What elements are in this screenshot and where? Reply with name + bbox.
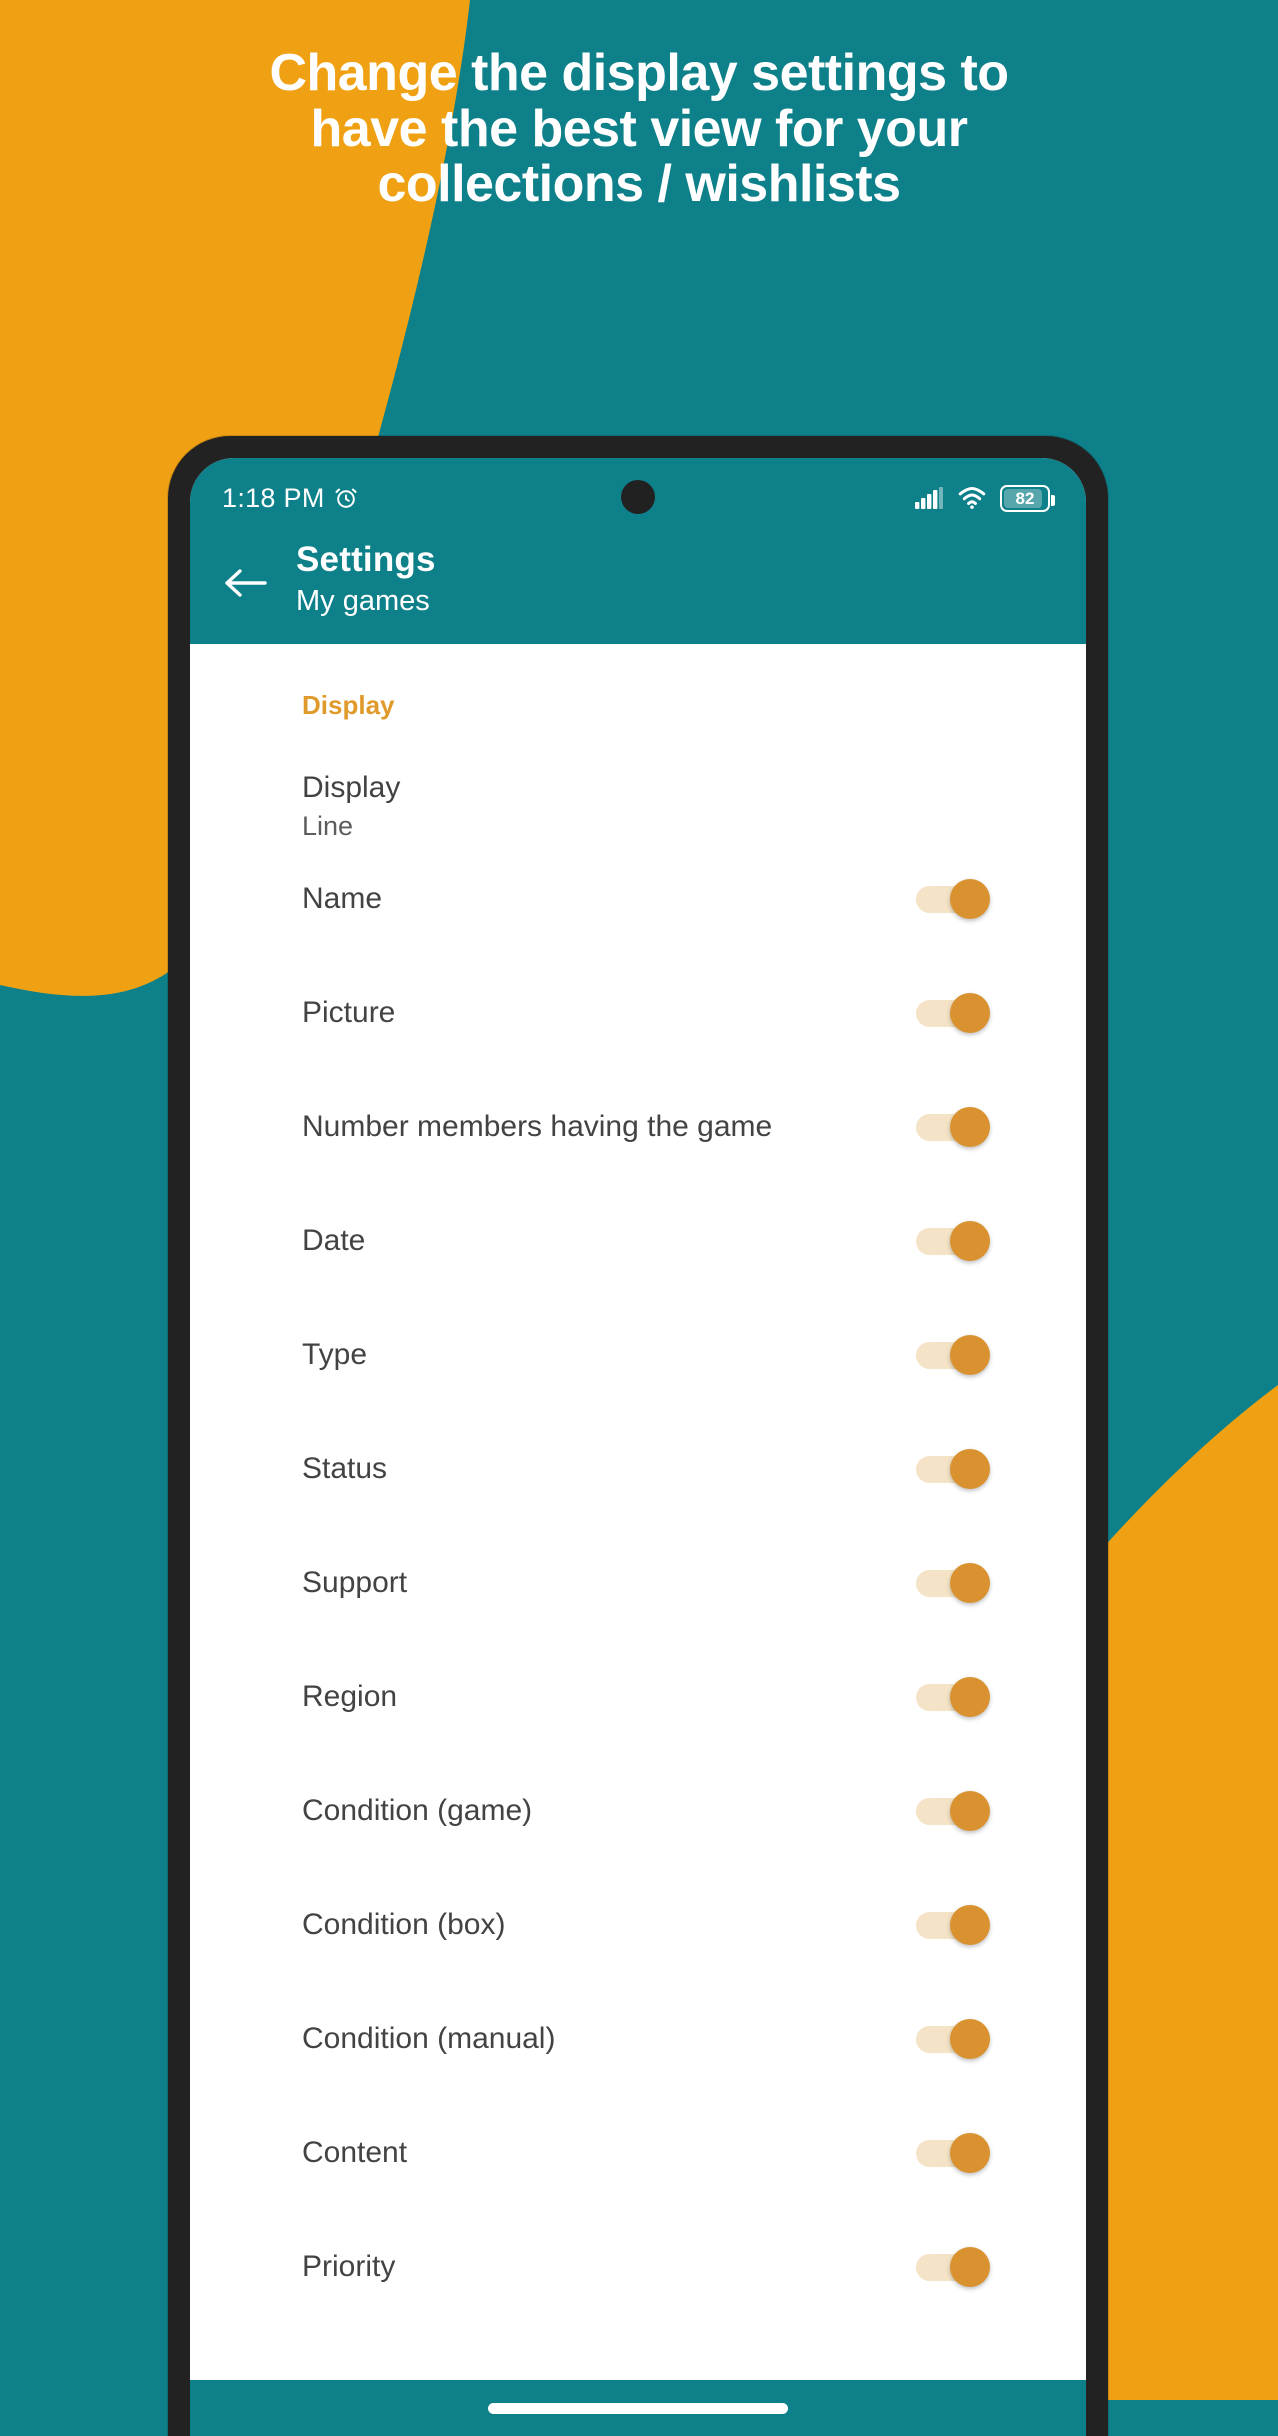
back-button[interactable] [220, 558, 270, 608]
setting-row-name[interactable]: Name [190, 842, 1086, 956]
toggle-switch-region[interactable] [916, 1677, 990, 1717]
status-bar-clock: 1:18 PM [222, 482, 325, 513]
setting-row-display-value: Line [302, 811, 354, 841]
setting-label: Priority [302, 2250, 396, 2283]
toggle-switch-content[interactable] [916, 2133, 990, 2173]
toggle-thumb [950, 993, 990, 1033]
setting-label: Number members having the game [302, 1110, 773, 1143]
toggle-thumb [950, 1107, 990, 1147]
setting-row-condition-game[interactable]: Condition (game) [190, 1754, 1086, 1868]
setting-row-picture[interactable]: Picture [190, 956, 1086, 1070]
phone-screen: 1:18 PM 82 Settings My games Display Dis… [190, 458, 1086, 2436]
headline-line-3: collections / wishlists [377, 155, 901, 214]
toggle-thumb [950, 1221, 990, 1261]
toggle-switch-number-members[interactable] [916, 1107, 990, 1147]
setting-label: Status [302, 1452, 388, 1485]
status-bar: 1:18 PM 82 [190, 458, 1086, 524]
back-arrow-icon [225, 569, 267, 597]
toggle-thumb [950, 2019, 990, 2059]
cellular-signal-icon [915, 487, 943, 509]
setting-label: Picture [302, 996, 396, 1029]
setting-row-date[interactable]: Date [190, 1184, 1086, 1298]
headline-line-2: have the best view for your [310, 99, 968, 158]
setting-row-condition-box[interactable]: Condition (box) [190, 1868, 1086, 1982]
toggle-thumb [950, 1791, 990, 1831]
setting-row-type[interactable]: Type [190, 1298, 1086, 1412]
toggle-thumb [950, 879, 990, 919]
camera-punch-hole [621, 480, 655, 514]
setting-label: Content [302, 2136, 408, 2169]
toggle-thumb [950, 2247, 990, 2287]
wifi-icon [958, 487, 986, 509]
toggle-thumb [950, 1677, 990, 1717]
settings-list[interactable]: Display Display Line Name Picture Number… [190, 644, 1086, 2380]
status-bar-left: 1:18 PM [222, 483, 359, 514]
toggle-switch-priority[interactable] [916, 2247, 990, 2287]
toggle-switch-picture[interactable] [916, 993, 990, 1033]
setting-row-number-members[interactable]: Number members having the game [190, 1070, 1086, 1184]
setting-label: Condition (box) [302, 1908, 506, 1941]
promo-headline: Change the display settings to have the … [0, 44, 1278, 214]
toggle-thumb [950, 1449, 990, 1489]
setting-label: Type [302, 1338, 368, 1371]
battery-icon: 82 [1000, 484, 1055, 512]
setting-label: Condition (manual) [302, 2022, 556, 2055]
toggle-switch-condition-manual[interactable] [916, 2019, 990, 2059]
setting-row-condition-manual[interactable]: Condition (manual) [190, 1982, 1086, 2096]
setting-row-display-title: Display [302, 771, 401, 804]
app-bar-titles: Settings My games [296, 534, 436, 618]
setting-row-support[interactable]: Support [190, 1526, 1086, 1640]
toggle-switch-condition-box[interactable] [916, 1905, 990, 1945]
section-header-display: Display [302, 690, 395, 720]
page-subtitle: My games [296, 585, 430, 617]
page-title: Settings [296, 540, 436, 579]
setting-row-content[interactable]: Content [190, 2096, 1086, 2210]
status-bar-right: 82 [914, 484, 1055, 512]
system-navigation-bar [190, 2380, 1086, 2436]
home-indicator-pill[interactable] [488, 2402, 788, 2414]
toggle-switch-type[interactable] [916, 1335, 990, 1375]
toggle-switch-date[interactable] [916, 1221, 990, 1261]
setting-row-region[interactable]: Region [190, 1640, 1086, 1754]
toggle-thumb [950, 1905, 990, 1945]
toggle-thumb [950, 1335, 990, 1375]
setting-label: Name [302, 882, 383, 915]
toggle-switch-name[interactable] [916, 879, 990, 919]
setting-row-display[interactable]: Display Line [190, 721, 1086, 842]
setting-row-status[interactable]: Status [190, 1412, 1086, 1526]
app-bar: Settings My games [190, 524, 1086, 644]
toggle-switch-condition-game[interactable] [916, 1791, 990, 1831]
toggle-thumb [950, 2133, 990, 2173]
setting-label: Condition (game) [302, 1794, 533, 1827]
setting-label: Support [302, 1566, 408, 1599]
setting-label: Date [302, 1224, 366, 1257]
toggle-switch-support[interactable] [916, 1563, 990, 1603]
battery-level-label: 82 [1015, 488, 1035, 508]
setting-label: Region [302, 1680, 398, 1713]
phone-frame: 1:18 PM 82 Settings My games Display Dis… [168, 436, 1108, 2436]
alarm-clock-icon [335, 488, 357, 508]
setting-row-priority[interactable]: Priority [190, 2210, 1086, 2324]
headline-line-1: Change the display settings to [269, 44, 1009, 102]
toggle-thumb [950, 1563, 990, 1603]
toggle-switch-status[interactable] [916, 1449, 990, 1489]
